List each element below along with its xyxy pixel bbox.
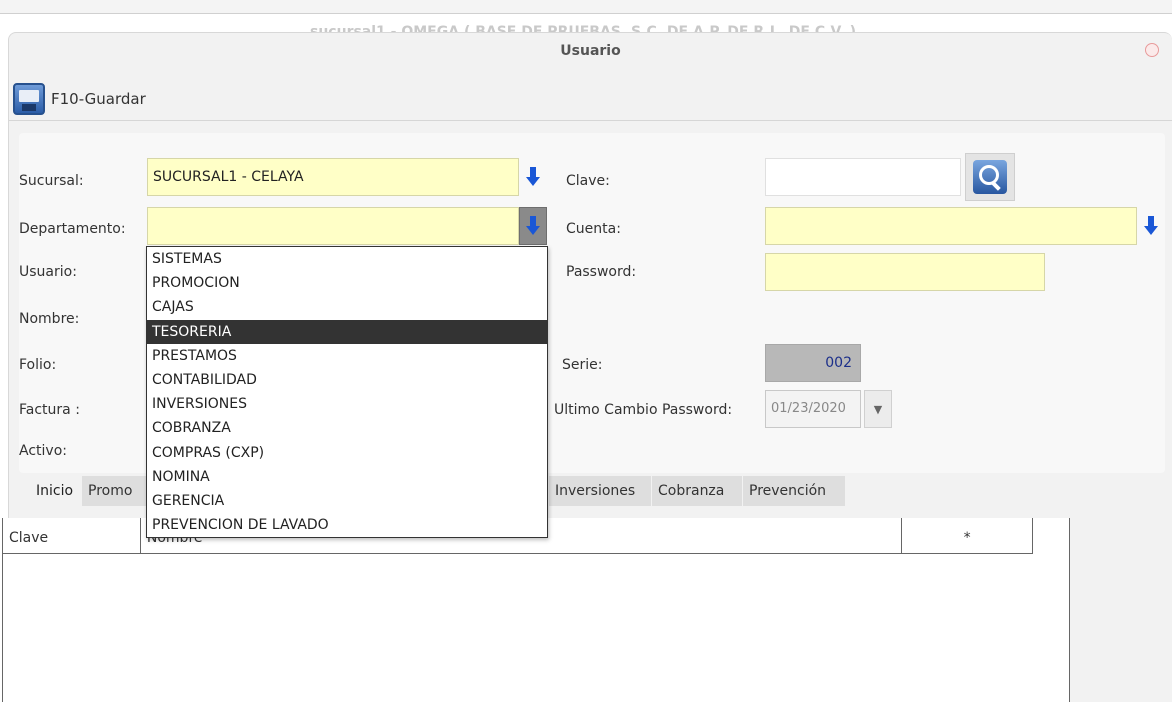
search-icon — [973, 160, 1007, 194]
nombre-label: Nombre: — [19, 311, 80, 327]
triangle-down-icon: ▼ — [873, 402, 883, 416]
dropdown-option-inversiones[interactable]: INVERSIONES — [147, 392, 547, 416]
dropdown-option-promocion[interactable]: PROMOCION — [147, 271, 547, 295]
departamento-label: Departamento: — [19, 221, 126, 237]
cuenta-label: Cuenta: — [566, 221, 621, 237]
dropdown-option-contabilidad[interactable]: CONTABILIDAD — [147, 368, 547, 392]
cuenta-dropdown-button[interactable] — [1137, 207, 1165, 245]
usuario-label: Usuario: — [19, 264, 77, 280]
departamento-dropdown-button[interactable] — [519, 207, 547, 245]
factura-label: Factura : — [19, 402, 80, 418]
save-button-label: F10-Guardar — [51, 90, 146, 108]
tab-inicio[interactable]: Inicio — [16, 476, 82, 506]
tab-inversiones[interactable]: Inversiones — [549, 476, 652, 506]
users-grid: Clave Nombre * — [2, 518, 1070, 702]
close-icon[interactable] — [1145, 43, 1159, 57]
departamento-field[interactable] — [147, 207, 519, 245]
password-label: Password: — [566, 264, 637, 280]
dropdown-option-tesoreria[interactable]: TESORERIA — [147, 319, 547, 344]
column-star[interactable]: * — [902, 518, 1032, 554]
sucursal-dropdown-button[interactable] — [519, 158, 547, 196]
cuenta-field[interactable] — [765, 207, 1137, 245]
sucursal-field[interactable]: SUCURSAL1 - CELAYA — [147, 158, 519, 196]
window-title: Usuario — [560, 43, 621, 59]
folio-label: Folio: — [19, 357, 57, 373]
arrow-down-icon — [526, 167, 540, 186]
password-field[interactable] — [765, 253, 1045, 291]
toolbar: F10-Guardar — [9, 75, 1172, 121]
serie-label: Serie: — [562, 357, 603, 373]
dropdown-option-nomina[interactable]: NOMINA — [147, 465, 547, 489]
dropdown-option-gerencia[interactable]: GERENCIA — [147, 489, 547, 513]
save-button[interactable]: F10-Guardar — [13, 79, 146, 119]
title-bar: Usuario — [9, 33, 1172, 71]
save-icon — [13, 83, 45, 115]
column-clave[interactable]: Clave — [3, 518, 141, 554]
sucursal-label: Sucursal: — [19, 173, 84, 189]
departamento-dropdown-list[interactable]: SISTEMAS PROMOCION CAJAS TESORERIA PREST… — [146, 246, 548, 538]
dropdown-option-prestamos[interactable]: PRESTAMOS — [147, 344, 547, 368]
dropdown-option-compras[interactable]: COMPRAS (CXP) — [147, 441, 547, 465]
search-button[interactable] — [965, 153, 1015, 201]
clave-field[interactable] — [765, 158, 961, 196]
arrow-down-icon — [1144, 216, 1158, 235]
ultimo-cambio-label: Ultimo Cambio Password: — [554, 402, 733, 418]
dropdown-option-cajas[interactable]: CAJAS — [147, 295, 547, 319]
background-window-strip — [0, 0, 1172, 14]
tab-cobranza[interactable]: Cobranza — [652, 476, 743, 506]
dropdown-option-prevencion-de-lavado[interactable]: PREVENCION DE LAVADO — [147, 513, 547, 537]
ultimo-cambio-field[interactable]: 01/23/2020 — [765, 390, 861, 428]
arrow-down-icon — [526, 216, 540, 235]
serie-field: 002 — [765, 344, 861, 382]
clave-label: Clave: — [566, 173, 610, 189]
dropdown-option-cobranza[interactable]: COBRANZA — [147, 416, 547, 440]
tab-prevencion[interactable]: Prevención — [743, 476, 846, 506]
dropdown-option-sistemas[interactable]: SISTEMAS — [147, 247, 547, 271]
date-dropdown-button[interactable]: ▼ — [864, 390, 892, 428]
activo-label: Activo: — [19, 443, 67, 459]
